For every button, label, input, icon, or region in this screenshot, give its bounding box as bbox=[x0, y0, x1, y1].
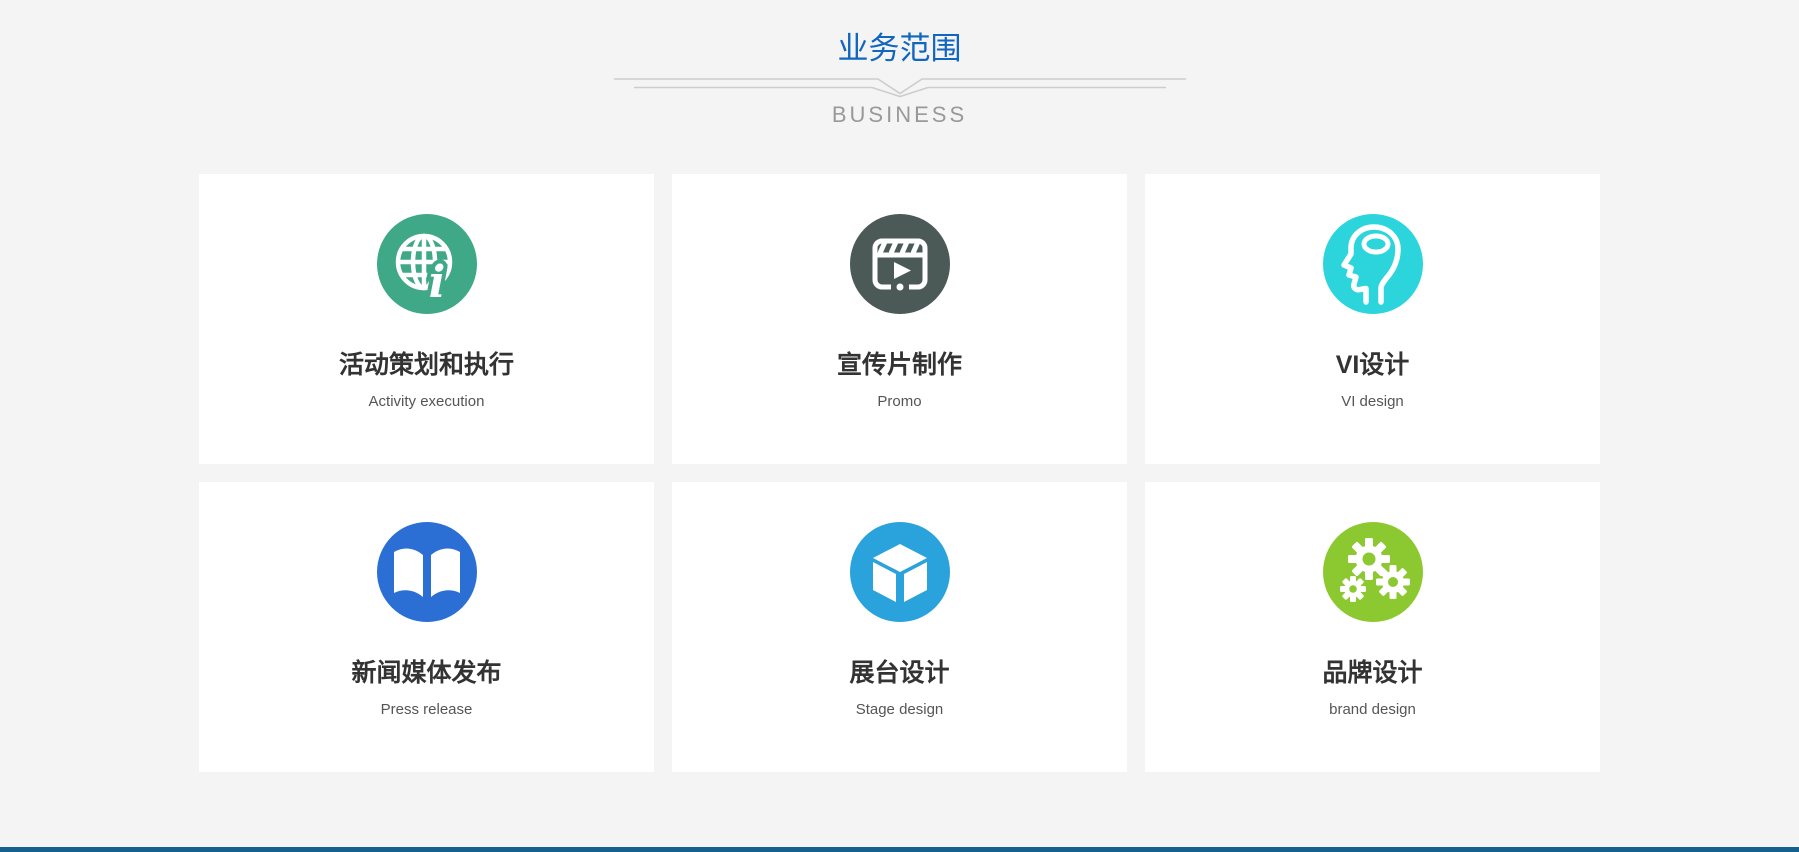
page-title: 业务范围 bbox=[0, 28, 1799, 70]
card-title: 活动策划和执行 bbox=[199, 345, 654, 381]
divider bbox=[0, 74, 1799, 100]
card-stage-design[interactable]: 展台设计 Stage design bbox=[672, 482, 1127, 772]
card-title: 品牌设计 bbox=[1145, 653, 1600, 689]
card-title: VI设计 bbox=[1145, 345, 1600, 381]
card-subtitle: Promo bbox=[672, 393, 1127, 410]
card-promo[interactable]: 宣传片制作 Promo bbox=[672, 174, 1127, 464]
cards-grid: i 活动策划和执行 Activity execution bbox=[199, 174, 1600, 772]
card-activity-execution[interactable]: i 活动策划和执行 Activity execution bbox=[199, 174, 654, 464]
card-title: 展台设计 bbox=[672, 653, 1127, 689]
gears-icon bbox=[1323, 522, 1423, 622]
footer-divider-bar bbox=[0, 847, 1799, 852]
card-subtitle: brand design bbox=[1145, 701, 1600, 718]
business-section: 业务范围 BUSINESS i bbox=[0, 0, 1799, 772]
cube-icon bbox=[850, 522, 950, 622]
globe-info-icon: i bbox=[377, 214, 477, 314]
card-subtitle: Stage design bbox=[672, 701, 1127, 718]
clapperboard-icon bbox=[850, 214, 950, 314]
card-subtitle: Press release bbox=[199, 701, 654, 718]
svg-text:i: i bbox=[428, 257, 445, 308]
card-vi-design[interactable]: VI设计 VI design bbox=[1145, 174, 1600, 464]
card-subtitle: Activity execution bbox=[199, 393, 654, 410]
card-title: 宣传片制作 bbox=[672, 345, 1127, 381]
card-press-release[interactable]: 新闻媒体发布 Press release bbox=[199, 482, 654, 772]
open-book-icon bbox=[377, 522, 477, 622]
head-idea-icon bbox=[1323, 214, 1423, 314]
section-subtitle: BUSINESS bbox=[0, 102, 1799, 128]
card-brand-design[interactable]: 品牌设计 brand design bbox=[1145, 482, 1600, 772]
card-title: 新闻媒体发布 bbox=[199, 653, 654, 689]
card-subtitle: VI design bbox=[1145, 393, 1600, 410]
